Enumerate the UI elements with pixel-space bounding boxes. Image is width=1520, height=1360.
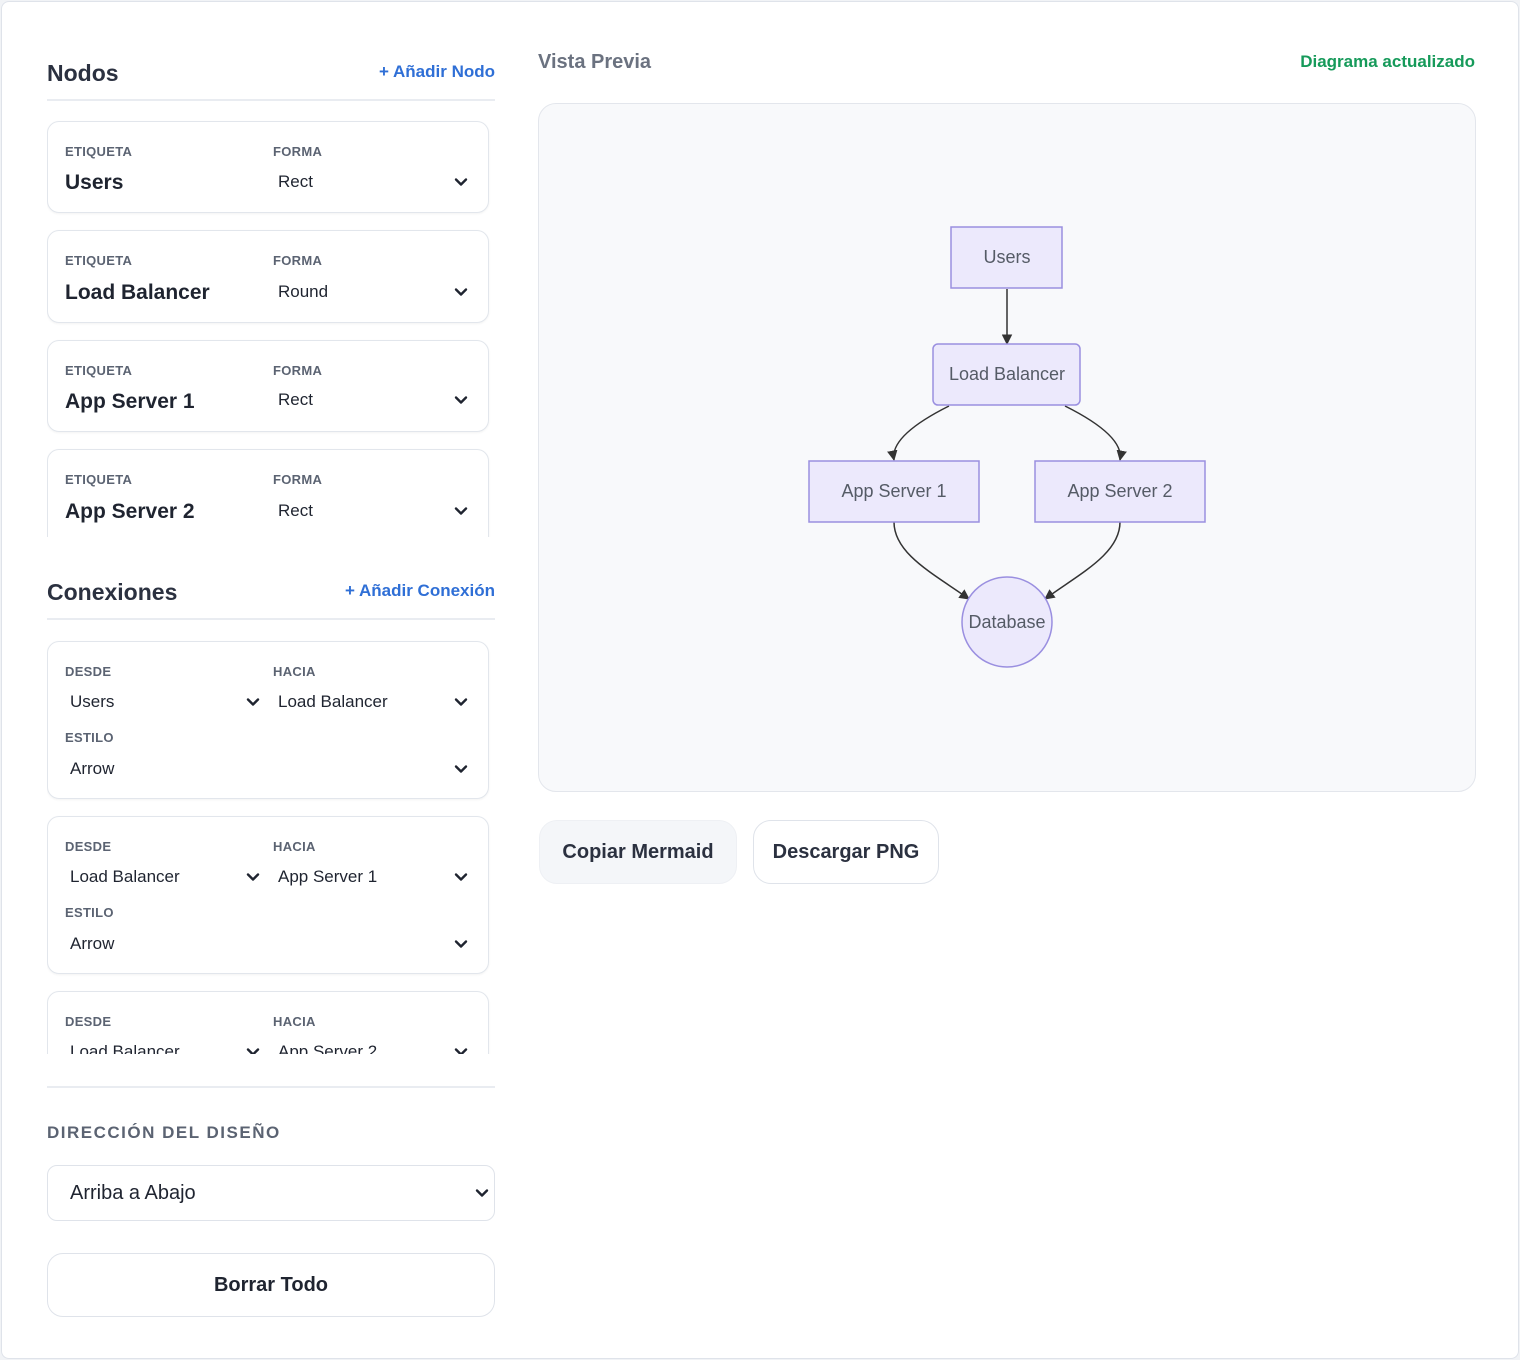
section-divider	[47, 1086, 495, 1088]
chevron-down-icon	[454, 765, 468, 773]
to-select[interactable]: App Server 1	[273, 863, 469, 893]
to-value: Load Balancer	[278, 692, 388, 711]
edge-lb-app2	[1064, 405, 1127, 462]
to-value: App Server 1	[278, 867, 378, 886]
style-heading: ESTILO	[65, 730, 114, 745]
edge-lb-app1	[887, 405, 950, 462]
preview-title: Vista Previa	[538, 51, 652, 73]
chevron-down-icon	[454, 1048, 468, 1054]
label-heading: ETIQUETA	[65, 253, 133, 268]
status-text: Diagrama actualizado	[1300, 52, 1475, 71]
node-card: ETIQUETA FORMA App Server 1 Rect	[47, 340, 489, 432]
connection-card: DESDE HACIA Load Balancer App Server 2	[47, 991, 489, 1054]
layout-direction-select[interactable]: Arriba a Abajo	[47, 1165, 495, 1221]
node-shape-select[interactable]: Rect	[273, 497, 469, 527]
from-heading: DESDE	[65, 839, 112, 854]
shape-heading: FORMA	[273, 472, 323, 487]
connections-list[interactable]: DESDE HACIA Users Load Balancer ESTILO A…	[47, 639, 495, 1054]
node-shape-select[interactable]: Round	[273, 278, 469, 308]
layout-direction-label: DIRECCIÓN DEL DISEÑO	[47, 1123, 281, 1142]
style-select[interactable]: Arrow	[65, 755, 469, 785]
style-select[interactable]: Arrow	[65, 930, 469, 960]
from-select[interactable]: Load Balancer	[65, 1038, 261, 1054]
chevron-down-icon	[454, 873, 468, 881]
node-label-input[interactable]: App Server 1	[65, 390, 195, 414]
label-heading: ETIQUETA	[65, 363, 133, 378]
node-shape-value: Round	[278, 282, 329, 301]
style-heading: ESTILO	[65, 905, 114, 920]
connections-title: Conexiones	[47, 579, 178, 605]
node-label-input[interactable]: Load Balancer	[65, 281, 210, 305]
chevron-down-icon	[454, 178, 468, 186]
edge-app1-db	[893, 521, 970, 600]
copy-mermaid-button[interactable]: Copiar Mermaid	[539, 820, 737, 884]
shape-heading: FORMA	[273, 363, 323, 378]
diagram-node-load-balancer-label: Load Balancer	[949, 364, 1065, 384]
node-label-input[interactable]: Users	[65, 171, 123, 195]
shape-heading: FORMA	[273, 144, 323, 159]
add-node-button[interactable]: + Añadir Nodo	[379, 62, 495, 82]
node-shape-value: Rect	[278, 172, 313, 191]
diagram-node-users-label: Users	[983, 247, 1030, 267]
chevron-down-icon	[454, 507, 468, 515]
to-select[interactable]: Load Balancer	[273, 688, 469, 718]
chevron-down-icon	[454, 698, 468, 706]
node-label-input[interactable]: App Server 2	[65, 500, 195, 524]
connections-header: Conexiones + Añadir Conexión	[47, 568, 495, 620]
diagram-node-database-label: Database	[968, 612, 1045, 632]
download-png-button[interactable]: Descargar PNG	[753, 820, 939, 884]
layout-direction-value: Arriba a Abajo	[70, 1182, 196, 1204]
chevron-down-icon	[454, 396, 468, 404]
node-shape-value: Rect	[278, 390, 313, 409]
to-heading: HACIA	[273, 839, 316, 854]
chevron-down-icon	[454, 288, 468, 296]
from-value: Load Balancer	[70, 867, 180, 886]
node-card: ETIQUETA FORMA Users Rect	[47, 121, 489, 213]
diagram-node-app-server-1-label: App Server 1	[841, 481, 946, 501]
editor-panel: Nodos + Añadir Nodo ETIQUETA FORMA Users…	[47, 2, 495, 1358]
from-value: Load Balancer	[70, 1042, 180, 1054]
diagram-preview: Users Load Balancer App Server 1 App Ser…	[538, 103, 1476, 792]
node-shape-select[interactable]: Rect	[273, 386, 469, 416]
clear-all-button[interactable]: Borrar Todo	[47, 1253, 495, 1317]
edge-app2-db	[1044, 521, 1121, 600]
connection-card: DESDE HACIA Users Load Balancer ESTILO A…	[47, 641, 489, 799]
chevron-down-icon	[454, 940, 468, 948]
chevron-down-icon	[246, 873, 260, 881]
diagram-canvas: Users Load Balancer App Server 1 App Ser…	[808, 226, 1206, 668]
node-card: ETIQUETA FORMA App Server 2 Rect	[47, 449, 489, 537]
chevron-down-icon	[246, 1048, 260, 1054]
label-heading: ETIQUETA	[65, 472, 133, 487]
from-value: Users	[70, 692, 115, 711]
to-heading: HACIA	[273, 1014, 316, 1029]
chevron-down-icon	[475, 1189, 489, 1197]
from-select[interactable]: Users	[65, 688, 261, 718]
nodes-list[interactable]: ETIQUETA FORMA Users Rect ETIQUETA FORMA…	[47, 119, 495, 537]
nodes-header: Nodos + Añadir Nodo	[47, 49, 495, 101]
style-value: Arrow	[70, 759, 115, 778]
nodes-title: Nodos	[47, 60, 119, 86]
diagram-node-app-server-2-label: App Server 2	[1067, 481, 1172, 501]
from-select[interactable]: Load Balancer	[65, 863, 261, 893]
to-heading: HACIA	[273, 664, 316, 679]
style-value: Arrow	[70, 934, 115, 953]
from-heading: DESDE	[65, 664, 112, 679]
node-shape-select[interactable]: Rect	[273, 168, 469, 198]
from-heading: DESDE	[65, 1014, 112, 1029]
app-window: Nodos + Añadir Nodo ETIQUETA FORMA Users…	[1, 1, 1519, 1359]
node-shape-value: Rect	[278, 501, 313, 520]
shape-heading: FORMA	[273, 253, 323, 268]
to-value: App Server 2	[278, 1042, 378, 1054]
chevron-down-icon	[246, 698, 260, 706]
label-heading: ETIQUETA	[65, 144, 133, 159]
to-select[interactable]: App Server 2	[273, 1038, 469, 1054]
add-connection-button[interactable]: + Añadir Conexión	[345, 581, 495, 601]
connection-card: DESDE HACIA Load Balancer App Server 1 E…	[47, 816, 489, 974]
node-card: ETIQUETA FORMA Load Balancer Round	[47, 230, 489, 323]
